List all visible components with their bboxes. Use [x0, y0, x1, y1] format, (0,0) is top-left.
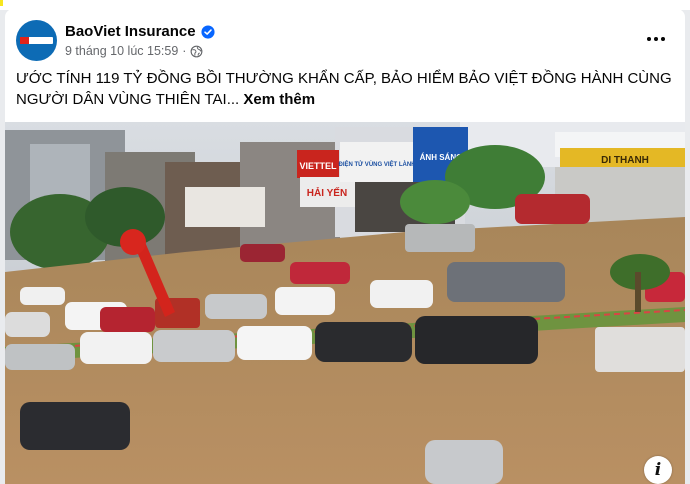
avatar[interactable] [16, 20, 57, 61]
brand-logo [20, 37, 53, 44]
post-text: ƯỚC TÍNH 119 TỶ ĐỒNG BỒI THƯỜNG KHẨN CẤP… [16, 68, 676, 110]
more-options-icon[interactable] [641, 27, 671, 51]
sign-dien-tu: ĐIỆN TỬ VÙNG VIỆT LÀNH [339, 160, 416, 168]
author-row: BaoViet Insurance [65, 23, 215, 40]
info-icon[interactable]: i [644, 456, 672, 484]
post-meta: 9 tháng 10 lúc 15:59 · [65, 44, 203, 58]
see-more-link[interactable]: Xem thêm [243, 91, 315, 108]
top-strip-marker [0, 0, 3, 6]
flood-scene: VIETTEL HẢI YẾN ĐIỆN TỬ VÙNG VIỆT LÀNH Á… [5, 122, 685, 484]
shop-sign [185, 187, 265, 227]
author-name[interactable]: BaoViet Insurance [65, 23, 196, 40]
post-timestamp[interactable]: 9 tháng 10 lúc 15:59 [65, 44, 178, 58]
sign-viettel: VIETTEL [299, 161, 337, 171]
post-body: ƯỚC TÍNH 119 TỶ ĐỒNG BỒI THƯỜNG KHẨN CẤP… [16, 70, 672, 108]
post-header: BaoViet Insurance 9 tháng 10 lúc 15:59 · [5, 9, 685, 69]
sign-hai-yen: HẢI YẾN [307, 186, 347, 199]
globe-icon[interactable] [190, 45, 203, 58]
sign-di-thanh: DI THANH [601, 155, 649, 166]
verified-badge-icon [201, 24, 215, 39]
meta-separator: · [182, 44, 187, 58]
post-card: BaoViet Insurance 9 tháng 10 lúc 15:59 ·… [5, 9, 685, 484]
post-photo[interactable]: VIETTEL HẢI YẾN ĐIỆN TỬ VÙNG VIỆT LÀNH Á… [5, 122, 685, 484]
